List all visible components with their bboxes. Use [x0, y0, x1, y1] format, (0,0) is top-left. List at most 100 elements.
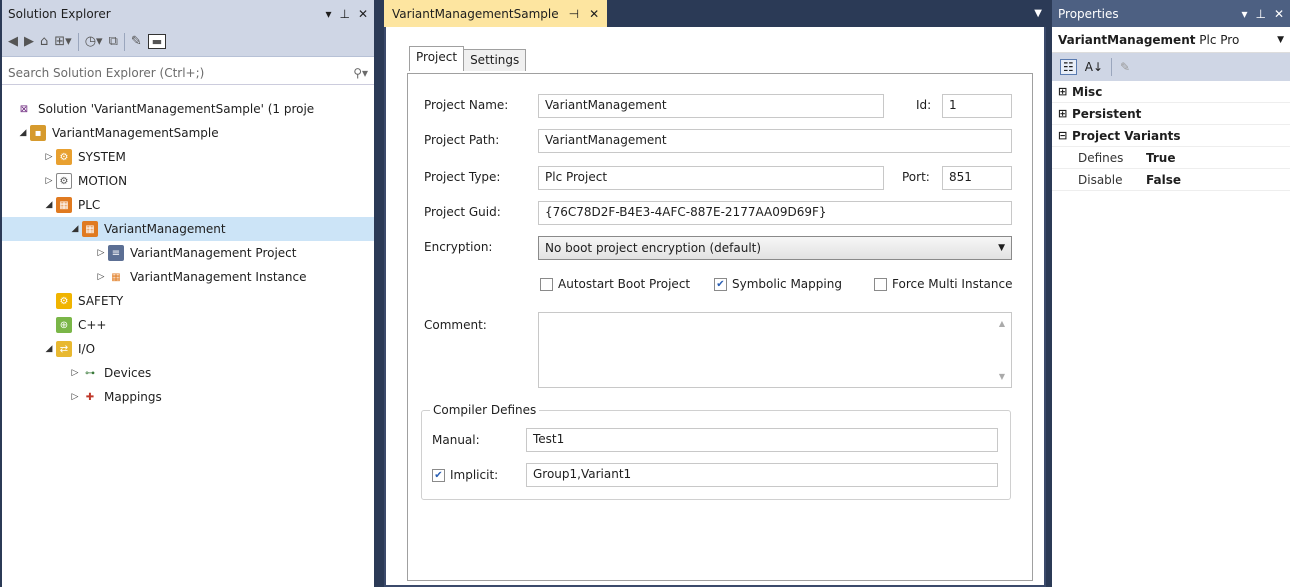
tree-item-variantmanagement-project[interactable]: ▷ ≡ VariantManagement Project [2, 241, 374, 265]
property-pages-wrench-icon[interactable]: ✎ [1120, 60, 1130, 74]
solution-icon: ⊠ [19, 103, 29, 115]
tree-item-variantmanagement-instance[interactable]: ▷ ▦ VariantManagement Instance [2, 265, 374, 289]
pin-icon[interactable]: ⊥ [339, 7, 349, 21]
tree-item-safety[interactable]: ⚙ SAFETY [2, 289, 374, 313]
expand-arrow-icon[interactable]: ◢ [68, 224, 82, 234]
property-row-disable[interactable]: Disable False [1052, 169, 1290, 191]
property-category-project-variants[interactable]: ⊟ Project Variants [1052, 125, 1290, 147]
tree-item-plc[interactable]: ◢ ▦ PLC [2, 193, 374, 217]
search-placeholder: Search Solution Explorer (Ctrl+;) [8, 65, 205, 80]
dropdown-icon[interactable]: ▾ [1241, 7, 1247, 21]
tree-item-variantmanagementsample[interactable]: ◢ ▪ VariantManagementSample [2, 121, 374, 145]
collapse-icon[interactable]: ⊟ [1058, 129, 1072, 142]
tree-item-system[interactable]: ▷ ⚙ SYSTEM [2, 145, 374, 169]
safety-icon: ⚙ [56, 293, 72, 309]
tree-item-cpp[interactable]: ⊕ C++ [2, 313, 374, 337]
tree-item-variantmanagement[interactable]: ◢ ▦ VariantManagement [2, 217, 374, 241]
symbolic-mapping-checkbox[interactable]: ✔ Symbolic Mapping [714, 277, 842, 291]
collapse-arrow-icon[interactable]: ▷ [42, 152, 56, 162]
search-icon[interactable]: ⚲▾ [353, 66, 368, 80]
tab-settings[interactable]: Settings [463, 49, 527, 71]
expand-icon[interactable]: ⊞ [1058, 107, 1072, 120]
checkbox-unchecked-icon[interactable] [540, 277, 553, 291]
tab-project[interactable]: Project [409, 46, 465, 71]
collapse-arrow-icon[interactable]: ▷ [68, 368, 82, 378]
properties-title: Properties [1058, 6, 1119, 21]
tree-item-label: SAFETY [78, 294, 124, 308]
force-multi-instance-label: Force Multi Instance [892, 277, 1013, 291]
alphabetical-icon[interactable]: A↓ [1085, 60, 1103, 74]
comment-textarea[interactable]: ▲ ▼ [538, 312, 1012, 388]
tree-item-devices[interactable]: ▷ ⊶ Devices [2, 361, 374, 385]
tree-item-mappings[interactable]: ▷ ✚ Mappings [2, 385, 374, 409]
expand-icon[interactable]: ⊞ [1058, 85, 1072, 98]
tree-item-label: PLC [78, 198, 101, 212]
switch-views-icon[interactable]: ⊞▾ [54, 34, 71, 49]
property-category-misc[interactable]: ⊞ Misc [1052, 81, 1290, 103]
close-icon[interactable]: ✕ [358, 7, 368, 21]
implicit-defines-field[interactable]: Group1,Variant1 [526, 463, 998, 487]
port-field[interactable]: 851 [942, 166, 1012, 190]
scroll-down-icon[interactable]: ▼ [999, 372, 1005, 381]
encryption-select[interactable]: No boot project encryption (default) ▼ [538, 236, 1012, 260]
close-icon[interactable]: ✕ [1274, 7, 1284, 21]
collapse-arrow-icon[interactable]: ▷ [42, 176, 56, 186]
pending-changes-icon[interactable]: ◷▾ [85, 34, 103, 49]
collapse-arrow-icon[interactable]: ▷ [94, 272, 108, 282]
property-name: Defines [1078, 150, 1124, 165]
manual-label: Manual: [432, 433, 480, 447]
preview-icon[interactable]: ▬ [147, 34, 167, 49]
property-object-selector[interactable]: VariantManagement Plc Pro ▼ [1052, 27, 1290, 53]
pin-icon[interactable]: ⊥ [1255, 7, 1265, 21]
project-guid-field[interactable]: {76C78D2F-B4E3-4AFC-887E-2177AA09D69F} [538, 201, 1012, 225]
scroll-up-icon[interactable]: ▲ [999, 319, 1005, 328]
autostart-checkbox[interactable]: Autostart Boot Project [540, 277, 690, 291]
force-multi-instance-checkbox[interactable]: Force Multi Instance [874, 277, 1012, 291]
manual-defines-field[interactable]: Test1 [526, 428, 998, 452]
expand-arrow-icon[interactable]: ◢ [42, 200, 56, 210]
property-row-defines[interactable]: Defines True [1052, 147, 1290, 169]
search-input[interactable]: Search Solution Explorer (Ctrl+;) ⚲▾ [2, 61, 374, 85]
tree-item-io[interactable]: ◢ ⇄ I/O [2, 337, 374, 361]
category-label: Project Variants [1072, 128, 1181, 143]
pin-icon[interactable]: ⊣ [569, 7, 579, 21]
property-value[interactable]: False [1142, 173, 1181, 187]
tree-item-motion[interactable]: ▷ ⚙ MOTION [2, 169, 374, 193]
plc-icon: ▦ [56, 197, 72, 213]
close-icon[interactable]: ✕ [589, 7, 599, 21]
chevron-down-icon[interactable]: ▼ [1277, 35, 1284, 45]
project-type-field[interactable]: Plc Project [538, 166, 884, 190]
tree-item-label: VariantManagement Instance [130, 270, 307, 284]
implicit-label: Implicit: [450, 468, 499, 482]
tab-dropdown-icon[interactable]: ▼ [1034, 8, 1042, 19]
expand-arrow-icon[interactable]: ◢ [42, 344, 56, 354]
tree-item-solution[interactable]: ⊠ Solution 'VariantManagementSample' (1 … [2, 97, 374, 121]
forward-icon[interactable]: ▶ [24, 34, 34, 49]
checkbox-checked-icon[interactable]: ✔ [432, 468, 445, 482]
tree-item-label: VariantManagement [104, 222, 226, 236]
document-tab[interactable]: VariantManagementSample ⊣ ✕ [384, 0, 608, 27]
compiler-defines-group: Compiler Defines Manual: Test1 ✔ Implici… [421, 403, 1011, 500]
project-name-field[interactable]: VariantManagement [538, 94, 884, 118]
expand-arrow-icon[interactable]: ◢ [16, 128, 30, 138]
collapse-arrow-icon[interactable]: ▷ [68, 392, 82, 402]
port-label: Port: [902, 170, 930, 184]
compiler-defines-title: Compiler Defines [430, 403, 540, 417]
checkbox-checked-icon[interactable]: ✔ [714, 277, 727, 291]
id-field[interactable]: 1 [942, 94, 1012, 118]
home-icon[interactable]: ⌂ [40, 34, 48, 49]
symbolic-mapping-label: Symbolic Mapping [732, 277, 842, 291]
collapse-all-icon[interactable]: ⧉ [109, 34, 118, 49]
implicit-checkbox[interactable]: ✔ Implicit: [432, 468, 498, 482]
back-icon[interactable]: ◀ [8, 34, 18, 49]
chevron-down-icon[interactable]: ▼ [998, 243, 1005, 253]
properties-wrench-icon[interactable]: ✎ [131, 34, 142, 49]
categorized-icon[interactable]: ☷ [1060, 59, 1077, 75]
collapse-arrow-icon[interactable]: ▷ [94, 248, 108, 258]
checkbox-unchecked-icon[interactable] [874, 277, 887, 291]
property-category-persistent[interactable]: ⊞ Persistent [1052, 103, 1290, 125]
property-object-name: VariantManagement [1058, 32, 1196, 47]
dropdown-icon[interactable]: ▾ [325, 7, 331, 21]
property-value[interactable]: True [1142, 151, 1175, 165]
project-path-field[interactable]: VariantManagement [538, 129, 1012, 153]
